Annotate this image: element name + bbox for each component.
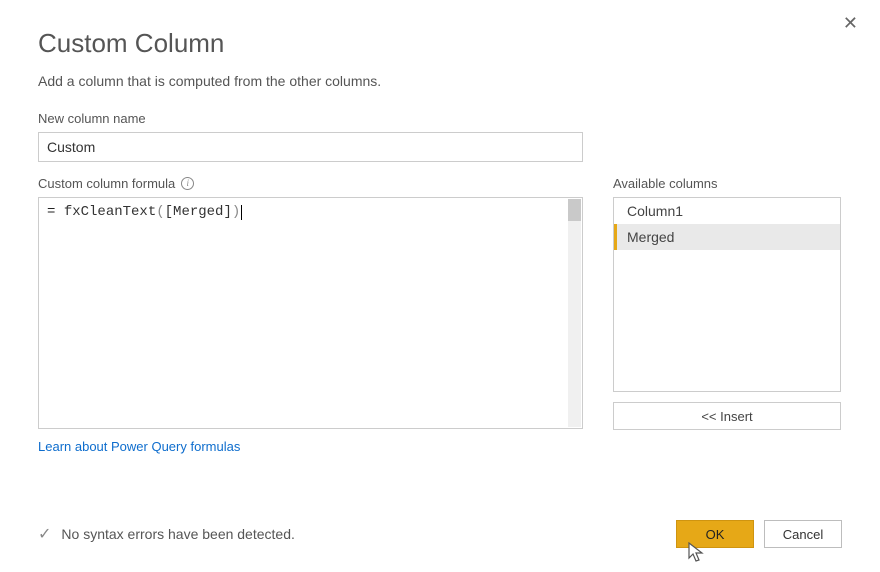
dialog-subtitle: Add a column that is computed from the o… <box>38 73 842 89</box>
dialog-title: Custom Column <box>38 28 842 59</box>
available-column-item[interactable]: Column1 <box>614 198 840 224</box>
scrollbar-thumb[interactable] <box>568 199 581 221</box>
available-columns-list[interactable]: Column1 Merged <box>613 197 841 392</box>
info-icon[interactable]: i <box>181 177 194 190</box>
custom-column-dialog: ✕ Custom Column Add a column that is com… <box>0 0 880 572</box>
formula-text: = fxCleanText([Merged]) <box>39 198 582 226</box>
status-bar: ✓ No syntax errors have been detected. <box>38 524 295 544</box>
check-icon: ✓ <box>38 524 51 544</box>
cancel-button[interactable]: Cancel <box>764 520 842 548</box>
status-text: No syntax errors have been detected. <box>61 526 294 542</box>
insert-button[interactable]: << Insert <box>613 402 841 430</box>
new-column-name-input[interactable] <box>38 132 583 162</box>
close-icon[interactable]: ✕ <box>843 14 858 32</box>
new-column-name-label: New column name <box>38 111 842 126</box>
text-caret <box>241 205 242 220</box>
available-columns-label: Available columns <box>613 176 841 191</box>
formula-label: Custom column formula i <box>38 176 583 191</box>
learn-link[interactable]: Learn about Power Query formulas <box>38 439 240 454</box>
available-column-item[interactable]: Merged <box>614 224 840 250</box>
formula-scrollbar[interactable] <box>568 199 581 427</box>
formula-label-text: Custom column formula <box>38 176 175 191</box>
formula-editor[interactable]: = fxCleanText([Merged]) <box>38 197 583 429</box>
ok-button[interactable]: OK <box>676 520 754 548</box>
